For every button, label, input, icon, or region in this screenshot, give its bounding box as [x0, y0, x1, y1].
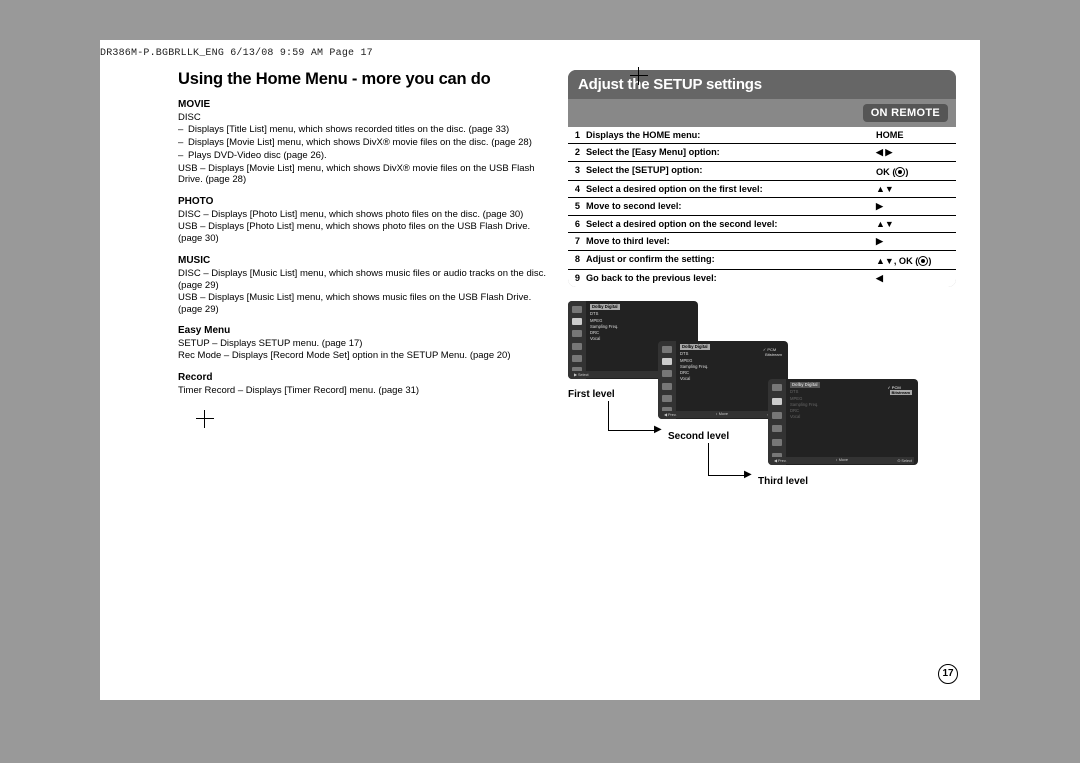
list-item: Displays [Movie List] menu, which shows …	[178, 137, 548, 149]
second-level-label: Second level	[668, 431, 729, 442]
list-item: Displays [Title List] menu, which shows …	[178, 124, 548, 136]
third-level-label: Third level	[758, 476, 808, 487]
screenshots-area: Dolby Digital DTS MPEG Sampling Freq. DR…	[568, 301, 956, 501]
music-heading: MUSIC	[178, 255, 548, 266]
table-row: 4Select a desired option on the first le…	[568, 181, 956, 198]
page-number: 17	[938, 664, 958, 684]
table-row: 3Select the [SETUP] option:OK ()	[568, 162, 956, 181]
movie-body: DISC Displays [Title List] menu, which s…	[178, 112, 548, 186]
steps-table: 1Displays the HOME menu:HOME 2Select the…	[568, 127, 956, 287]
record-heading: Record	[178, 372, 548, 383]
photo-body: DISC – Displays [Photo List] menu, which…	[178, 209, 548, 245]
print-header: DR386M-P.BGBRLLK_ENG 6/13/08 9:59 AM Pag…	[100, 48, 373, 59]
table-row: 1Displays the HOME menu:HOME	[568, 127, 956, 144]
easy-heading: Easy Menu	[178, 325, 548, 336]
section-title: Using the Home Menu - more you can do	[178, 70, 548, 89]
panel-title: Adjust the SETUP settings	[568, 70, 956, 99]
easy-body: SETUP – Displays SETUP menu. (page 17) R…	[178, 338, 548, 362]
flow-line	[708, 443, 748, 476]
flow-line	[608, 401, 658, 431]
table-row: 8Adjust or confirm the setting:▲▼, OK ()	[568, 251, 956, 270]
ok-icon	[895, 167, 905, 177]
arrow-icon: ▶	[744, 469, 752, 480]
crop-mark-icon	[196, 410, 214, 428]
remote-strip: ON REMOTE	[568, 99, 956, 127]
crop-mark-icon	[630, 67, 648, 85]
on-remote-label: ON REMOTE	[863, 104, 948, 122]
table-row: 9Go back to the previous level:◀	[568, 270, 956, 287]
movie-heading: MOVIE	[178, 99, 548, 110]
list-item: Plays DVD-Video disc (page 26).	[178, 150, 548, 162]
setup-panel: Adjust the SETUP settings ON REMOTE 1Dis…	[568, 70, 956, 287]
right-column: Adjust the SETUP settings ON REMOTE 1Dis…	[568, 70, 956, 680]
disc-label: DISC	[178, 112, 548, 124]
first-level-label: First level	[568, 389, 615, 400]
record-body: Timer Record – Displays [Timer Record] m…	[178, 385, 548, 397]
arrow-icon: ▶	[654, 424, 662, 435]
ok-icon	[918, 256, 928, 266]
table-row: 6Select a desired option on the second l…	[568, 216, 956, 233]
photo-heading: PHOTO	[178, 196, 548, 207]
table-row: 7Move to third level:▶	[568, 233, 956, 251]
usb-text: USB – Displays [Movie List] menu, which …	[178, 163, 548, 187]
left-column: Using the Home Menu - more you can do MO…	[178, 70, 548, 680]
music-body: DISC – Displays [Music List] menu, which…	[178, 268, 548, 316]
screenshot-third-level: Dolby Digital DTS MPEG Sampling Freq. DR…	[768, 379, 918, 465]
table-row: 2Select the [Easy Menu] option:◀ ▶	[568, 144, 956, 162]
manual-page: DR386M-P.BGBRLLK_ENG 6/13/08 9:59 AM Pag…	[100, 40, 980, 700]
table-row: 5Move to second level:▶	[568, 198, 956, 216]
